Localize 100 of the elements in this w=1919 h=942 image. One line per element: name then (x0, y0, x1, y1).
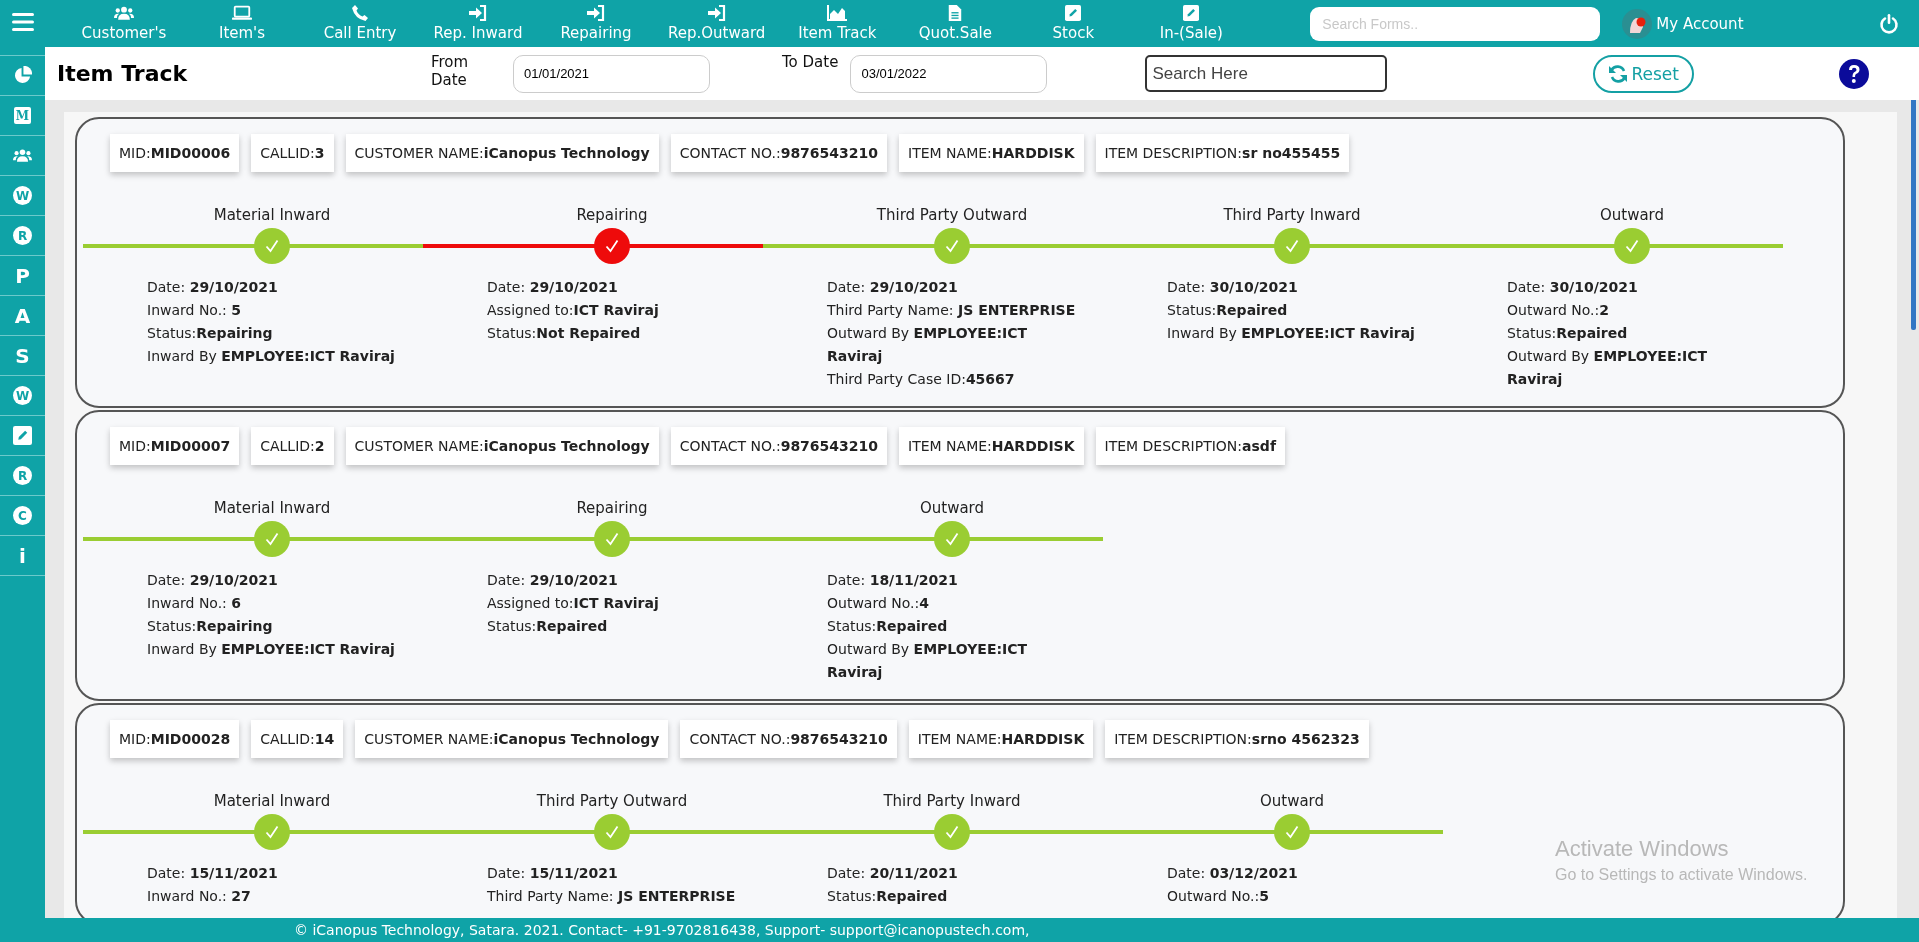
edit-icon (1181, 5, 1202, 21)
edit-icon (1063, 5, 1084, 21)
info-chip: ITEM DESCRIPTION:srno 4562323 (1105, 720, 1369, 758)
users-icon (114, 5, 134, 21)
sidebar-item[interactable]: R (13, 466, 32, 485)
search-field[interactable]: Search Here (1145, 55, 1388, 92)
detail-text: Inward By EMPLOYEE:ICT Raviraj (147, 640, 396, 659)
detail-text: Outward By EMPLOYEE:ICT Raviraj (827, 640, 1029, 682)
info-chip: CALLID:14 (251, 720, 344, 758)
avatar-icon[interactable] (1622, 8, 1653, 39)
sign-in-icon (468, 5, 488, 21)
sign-in-icon (586, 5, 606, 21)
detail-text: Inward No.: 6 (147, 594, 243, 613)
detail-text: Assigned to:ICT Raviraj (487, 594, 660, 613)
detail-text: Date: 30/10/2021 (1167, 278, 1299, 297)
detail-text: Status:Repaired (1167, 301, 1289, 320)
step-label: Outward (1598, 206, 1666, 226)
detail-text: Status:Repaired (1507, 324, 1629, 343)
edit-icon[interactable] (13, 426, 32, 445)
nav-link[interactable]: Item Track (778, 5, 897, 42)
area-chart-icon (827, 5, 848, 21)
detail-text: Outward No.:2 (1507, 301, 1610, 320)
info-chip: ITEM DESCRIPTION:sr no455455 (1095, 134, 1350, 172)
nav-link[interactable]: Customer's (65, 5, 183, 42)
to-date-field[interactable]: 03/01/2022 (850, 54, 1048, 93)
sidebar-item[interactable]: S (15, 343, 30, 368)
detail-text: Status:Repaired (827, 617, 949, 636)
detail-text: Date: 29/10/2021 (147, 571, 279, 590)
info-chip: CUSTOMER NAME:iCanopus Technology (355, 720, 669, 758)
detail-text: Date: 29/10/2021 (827, 278, 959, 297)
detail-text: Inward No.: 5 (147, 301, 243, 320)
info-chip: ITEM DESCRIPTION:asdf (1095, 427, 1285, 465)
reset-button[interactable]: Reset (1593, 54, 1694, 93)
power-icon[interactable] (1879, 13, 1899, 34)
nav-link[interactable]: In-(Sale) (1132, 5, 1251, 42)
detail-text: Third Party Case ID:45667 (827, 370, 1016, 389)
info-chip: CONTACT NO.:9876543210 (670, 134, 888, 172)
detail-text: Date: 15/11/2021 (487, 864, 619, 883)
sidebar-item[interactable]: C (13, 506, 32, 525)
nav-link[interactable]: Repairing (537, 5, 655, 42)
info-chip: CUSTOMER NAME:iCanopus Technology (345, 427, 659, 465)
sidebar-item[interactable]: P (15, 263, 30, 288)
detail-text: Date: 29/10/2021 (487, 278, 619, 297)
step-label: Third Party Inward (1222, 206, 1362, 226)
step-label: Material Inward (212, 499, 332, 519)
detail-text: Date: 20/11/2021 (827, 864, 959, 883)
sidebar-item[interactable]: W (13, 386, 32, 405)
sidebar-item[interactable]: W (13, 186, 32, 205)
step-label: Outward (918, 499, 986, 519)
help-icon[interactable] (1838, 58, 1869, 89)
detail-text: Outward By EMPLOYEE:ICT Raviraj (1507, 347, 1709, 389)
step-label: Material Inward (212, 206, 332, 226)
detail-text: Status:Repairing (147, 617, 274, 636)
step-label: Material Inward (212, 792, 332, 812)
nav-link[interactable]: Item's (183, 5, 301, 42)
menu-icon[interactable] (11, 13, 34, 31)
page-title: Item Track (57, 61, 189, 86)
detail-text: Date: 03/12/2021 (1167, 864, 1299, 883)
sidebar-item[interactable]: A (14, 303, 31, 328)
detail-text: Third Party Name: JS ENTERPRISE (487, 887, 737, 906)
info-chip: CONTACT NO.:9876543210 (670, 427, 888, 465)
step-label: Third Party Outward (535, 792, 689, 812)
detail-text: Status:Repaired (827, 887, 949, 906)
nav-link[interactable]: Call Entry (301, 5, 419, 42)
detail-text: Third Party Name: JS ENTERPRISE (827, 301, 1077, 320)
info-chip: MID:MID00006 (110, 134, 240, 172)
to-date-label: To Date (782, 53, 839, 71)
detail-text: Inward By EMPLOYEE:ICT Raviraj (1167, 324, 1416, 343)
info-chip: MID:MID00028 (110, 720, 240, 758)
detail-text: Inward By EMPLOYEE:ICT Raviraj (147, 347, 396, 366)
detail-text: Assigned to:ICT Raviraj (487, 301, 660, 320)
account-link[interactable]: My Account (1656, 14, 1744, 33)
sidebar-item[interactable]: M (14, 107, 31, 124)
sidebar-item[interactable]: R (13, 226, 32, 245)
scrollbar-thumb[interactable] (1911, 100, 1916, 330)
detail-text: Outward No.:4 (827, 594, 930, 613)
detail-text: Outward No.:5 (1167, 887, 1270, 906)
info-chip: ITEM NAME:HARDDISK (899, 134, 1084, 172)
from-date-field[interactable]: 01/01/2021 (513, 54, 710, 93)
info-chip: CONTACT NO.:9876543210 (680, 720, 897, 758)
phone-icon (350, 5, 370, 21)
detail-text: Date: 15/11/2021 (147, 864, 279, 883)
footer-text: © iCanopus Technology, Satara. 2021. Contact- +91-9702816438, Support- support@icanopustech.com, (294, 922, 1030, 938)
sign-in-icon (706, 5, 727, 21)
nav-link[interactable]: Rep. Inward (419, 5, 537, 42)
refresh-icon (1608, 63, 1629, 84)
info-chip: MID:MID00007 (110, 427, 240, 465)
step-label: Third Party Inward (882, 792, 1022, 812)
detail-text: Date: 29/10/2021 (147, 278, 279, 297)
nav-link[interactable]: Rep.Outward (655, 5, 779, 42)
activation-text: Go to Settings to activate Windows. (1555, 866, 1808, 884)
detail-text: Status:Repairing (147, 324, 274, 343)
detail-text: Status:Repaired (487, 617, 609, 636)
nav-link[interactable]: Quot.Sale (896, 5, 1015, 42)
pie-chart-icon[interactable] (13, 66, 32, 85)
sidebar-item[interactable]: i (19, 543, 26, 568)
nav-link[interactable]: Stock (1014, 5, 1133, 42)
detail-text: Date: 29/10/2021 (487, 571, 619, 590)
info-chip: ITEM NAME:HARDDISK (899, 427, 1084, 465)
detail-text: Date: 18/11/2021 (827, 571, 959, 590)
